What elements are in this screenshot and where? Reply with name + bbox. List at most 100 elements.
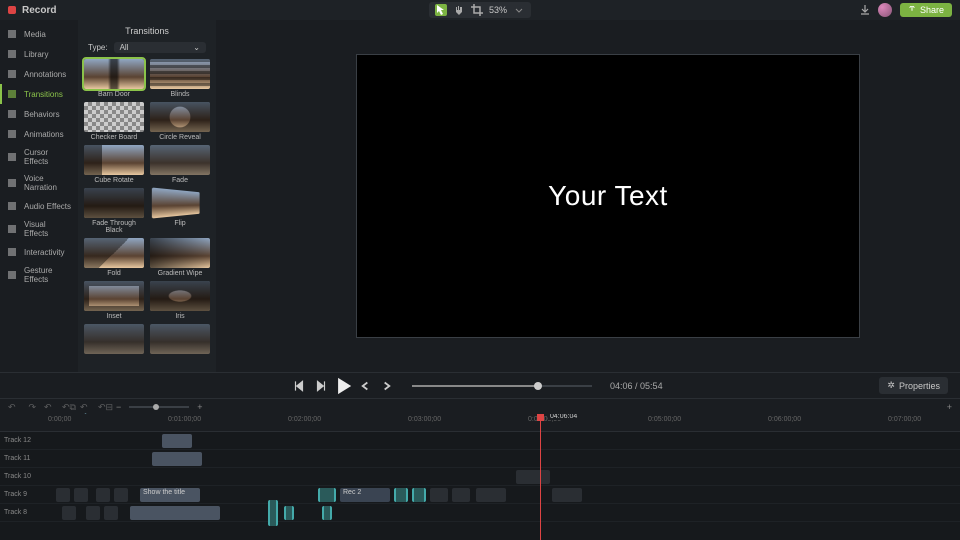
clip[interactable] bbox=[152, 452, 202, 466]
clip[interactable] bbox=[86, 506, 100, 520]
preview-canvas[interactable]: Your Text bbox=[356, 54, 860, 338]
transition-barn-door[interactable]: Barn Door bbox=[84, 59, 144, 98]
clip[interactable] bbox=[162, 434, 192, 448]
transition-inset[interactable]: Inset bbox=[84, 281, 144, 320]
clip[interactable] bbox=[74, 488, 88, 502]
track-11[interactable]: Track 11 bbox=[0, 450, 960, 468]
sidebar-item-gesture-effects[interactable]: Gesture Effects bbox=[0, 262, 78, 288]
crop-tool-icon[interactable] bbox=[471, 4, 483, 16]
clip[interactable] bbox=[96, 488, 110, 502]
zoom-out-icon[interactable]: − bbox=[116, 402, 121, 412]
properties-button[interactable]: ✲ Properties bbox=[879, 377, 948, 394]
canvas-text-element[interactable]: Your Text bbox=[548, 180, 668, 212]
transition-fade-through-black[interactable]: Fade Through Black bbox=[84, 188, 144, 234]
track-12[interactable]: Track 12 bbox=[0, 432, 960, 450]
audio-effects-icon bbox=[6, 200, 18, 212]
sidebar-item-voice-narration[interactable]: Voice Narration bbox=[0, 170, 78, 196]
sidebar-item-library[interactable]: Library bbox=[0, 44, 78, 64]
playhead[interactable]: 04:06:04 bbox=[540, 414, 541, 540]
paste-button[interactable]: 📋 bbox=[80, 402, 90, 412]
transition-more-2[interactable] bbox=[150, 324, 210, 354]
transition-circle-reveal[interactable]: Circle Reveal bbox=[150, 102, 210, 141]
clip[interactable] bbox=[130, 506, 220, 520]
asset-sidebar: Media Library Annotations Transitions Be… bbox=[0, 20, 78, 372]
clip-rec2[interactable]: Rec 2 bbox=[340, 488, 390, 502]
transition-fade[interactable]: Fade bbox=[150, 145, 210, 184]
track-9[interactable]: Track 9 Show the title Rec 2 bbox=[0, 486, 960, 504]
clip[interactable] bbox=[552, 488, 582, 502]
hand-tool-icon[interactable] bbox=[453, 4, 465, 16]
cursor-effects-icon bbox=[6, 151, 18, 163]
clip[interactable] bbox=[62, 506, 76, 520]
clip-show-title[interactable]: Show the title bbox=[140, 488, 200, 502]
transitions-icon bbox=[6, 88, 18, 100]
clip[interactable] bbox=[394, 488, 408, 502]
step-back-button[interactable] bbox=[314, 379, 328, 393]
transition-cube-rotate[interactable]: Cube Rotate bbox=[84, 145, 144, 184]
clip[interactable] bbox=[318, 488, 336, 502]
copy-button[interactable]: ⧉ bbox=[62, 402, 72, 412]
prev-frame-button[interactable] bbox=[292, 379, 306, 393]
cut-button[interactable]: ✂ bbox=[44, 402, 54, 412]
playhead-handle-icon[interactable] bbox=[537, 414, 544, 421]
clip[interactable] bbox=[452, 488, 470, 502]
clip[interactable] bbox=[56, 488, 70, 502]
record-indicator-icon bbox=[8, 6, 16, 14]
transition-checker-board[interactable]: Checker Board bbox=[84, 102, 144, 141]
chevron-down-icon: ⌄ bbox=[193, 43, 200, 52]
transition-iris[interactable]: Iris bbox=[150, 281, 210, 320]
clip[interactable] bbox=[322, 506, 332, 520]
track-8[interactable]: Track 8 bbox=[0, 504, 960, 522]
transition-fold[interactable]: Fold bbox=[84, 238, 144, 277]
transition-flip[interactable]: Flip bbox=[150, 188, 210, 234]
share-button[interactable]: Share bbox=[900, 3, 952, 17]
sidebar-item-transitions[interactable]: Transitions bbox=[0, 84, 78, 104]
play-button[interactable] bbox=[333, 376, 353, 396]
sidebar-item-visual-effects[interactable]: Visual Effects bbox=[0, 216, 78, 242]
sidebar-item-media[interactable]: Media bbox=[0, 24, 78, 44]
sidebar-item-behaviors[interactable]: Behaviors bbox=[0, 104, 78, 124]
share-button-label: Share bbox=[920, 5, 944, 15]
clip[interactable] bbox=[268, 500, 278, 526]
transition-more-1[interactable] bbox=[84, 324, 144, 354]
track-10[interactable]: Track 10 bbox=[0, 468, 960, 486]
gesture-effects-icon bbox=[6, 269, 18, 281]
clip[interactable] bbox=[476, 488, 506, 502]
sidebar-item-annotations[interactable]: Annotations bbox=[0, 64, 78, 84]
sidebar-item-interactivity[interactable]: Interactivity bbox=[0, 242, 78, 262]
canvas-zoom-value[interactable]: 53% bbox=[489, 5, 507, 15]
prev-marker-button[interactable] bbox=[358, 379, 372, 393]
voice-narration-icon bbox=[6, 177, 18, 189]
type-dropdown[interactable]: All ⌄ bbox=[114, 42, 206, 53]
record-title[interactable]: Record bbox=[22, 5, 56, 16]
sidebar-item-animations[interactable]: Animations bbox=[0, 124, 78, 144]
undo-button[interactable] bbox=[8, 402, 18, 412]
timeline[interactable]: 0:00;00 0:01:00;00 0:02:00;00 0:03:00;00… bbox=[0, 414, 960, 540]
next-marker-button[interactable] bbox=[380, 379, 394, 393]
transition-gradient-wipe[interactable]: Gradient Wipe bbox=[150, 238, 210, 277]
seek-handle[interactable] bbox=[534, 382, 542, 390]
playhead-timecode: 04:06:04 bbox=[548, 414, 579, 420]
redo-button[interactable] bbox=[26, 402, 36, 412]
add-track-button[interactable]: + bbox=[947, 402, 952, 412]
clip[interactable] bbox=[516, 470, 550, 484]
timeline-ruler[interactable]: 0:00;00 0:01:00;00 0:02:00;00 0:03:00;00… bbox=[0, 414, 960, 432]
download-icon[interactable] bbox=[860, 5, 870, 15]
timeline-zoom-slider[interactable] bbox=[129, 406, 189, 408]
clip[interactable] bbox=[104, 506, 118, 520]
sidebar-item-audio-effects[interactable]: Audio Effects bbox=[0, 196, 78, 216]
select-tool-icon[interactable] bbox=[435, 4, 447, 16]
type-label: Type: bbox=[88, 43, 108, 52]
clip[interactable] bbox=[114, 488, 128, 502]
sidebar-item-cursor-effects[interactable]: Cursor Effects bbox=[0, 144, 78, 170]
seek-slider[interactable] bbox=[412, 385, 592, 387]
transition-blinds[interactable]: Blinds bbox=[150, 59, 210, 98]
clip[interactable] bbox=[430, 488, 448, 502]
zoom-in-icon[interactable]: + bbox=[197, 402, 202, 412]
behaviors-icon bbox=[6, 108, 18, 120]
user-avatar[interactable] bbox=[878, 3, 892, 17]
split-button[interactable]: ⊟ bbox=[98, 402, 108, 412]
clip[interactable] bbox=[412, 488, 426, 502]
zoom-dropdown-icon[interactable] bbox=[513, 4, 525, 16]
clip[interactable] bbox=[284, 506, 294, 520]
